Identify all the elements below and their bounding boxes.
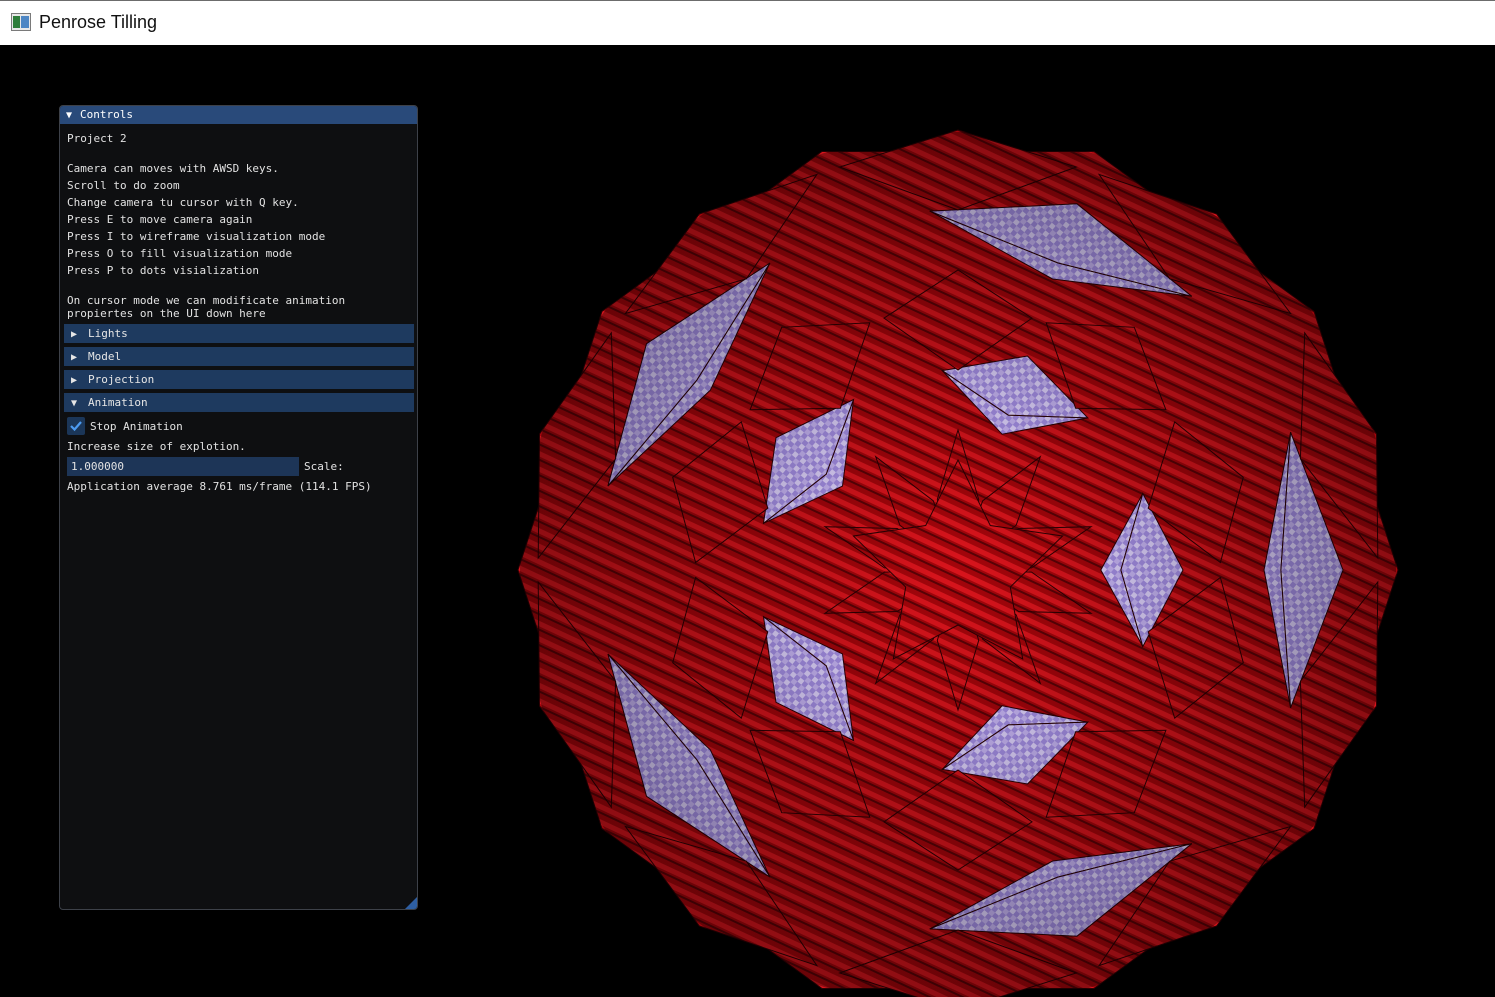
controls-window[interactable]: ▼ Controls Project 2 Camera can moves wit… [59,105,418,910]
section-projection[interactable]: ▶ Projection [64,370,414,389]
increase-size-label: Increase size of explotion. [67,440,246,453]
cursor-note-line: On cursor mode we can modificate animati… [67,294,346,307]
window-title: Penrose Tilling [39,12,158,32]
section-model[interactable]: ▶ Model [64,347,414,366]
project-label: Project 2 [67,132,127,145]
scale-label: Scale: [304,460,344,473]
expand-arrow-icon: ▶ [71,352,78,363]
instruction-line: Camera can moves with AWSD keys. [67,162,279,175]
collapse-arrow-icon[interactable]: ▼ [66,107,80,125]
instruction-line: Press E to move camera again [67,213,253,226]
collapse-arrow-icon: ▼ [71,398,78,409]
stop-animation-checkbox[interactable] [67,417,85,435]
instruction-line: Press I to wireframe visualization mode [67,230,326,243]
resize-grip[interactable] [405,897,417,909]
fps-stats: Application average 8.761 ms/frame (114.… [67,480,372,493]
instruction-line: Press O to fill visualization mode [67,247,293,260]
expand-arrow-icon: ▶ [71,329,78,340]
app-icon [11,13,31,31]
depth-shading [520,132,1396,997]
scale-input[interactable]: 1.000000 [67,457,299,476]
stop-animation-label: Stop Animation [90,420,183,433]
instruction-line: Press P to dots visialization [67,264,260,277]
controls-header[interactable]: ▼ Controls [60,106,417,124]
cursor-note-line: propiertes on the UI down here [67,307,266,320]
title-bar: Penrose Tilling [0,0,1495,45]
render-viewport[interactable]: ▼ Controls Project 2 Camera can moves wit… [0,45,1495,997]
instruction-line: Scroll to do zoom [67,179,180,192]
expand-arrow-icon: ▶ [71,375,78,386]
checkmark-icon [70,421,82,432]
section-lights[interactable]: ▶ Lights [64,324,414,343]
section-animation[interactable]: ▼ Animation [64,393,414,412]
instruction-line: Change camera tu cursor with Q key. [67,196,299,209]
